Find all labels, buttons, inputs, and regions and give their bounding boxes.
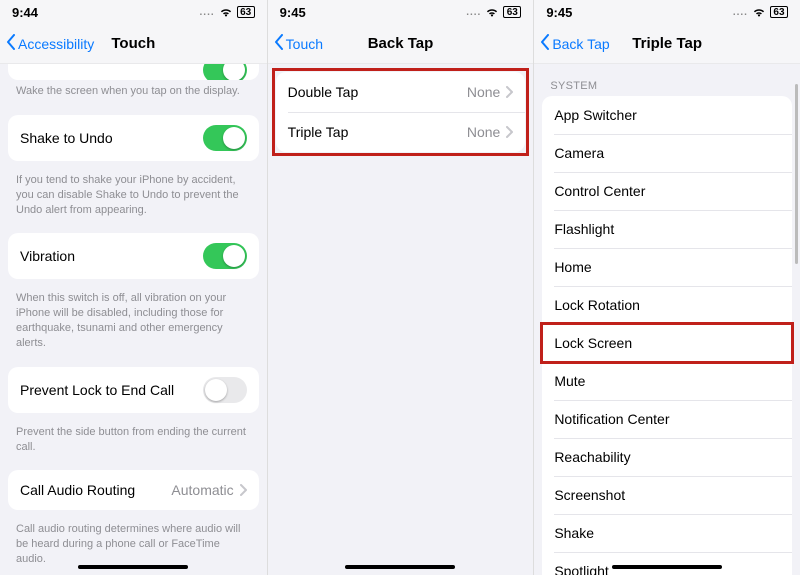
home-indicator[interactable] — [78, 565, 188, 569]
system-action-label: Shake — [554, 525, 780, 541]
system-action-row[interactable]: Screenshot — [542, 476, 792, 514]
system-action-row[interactable]: Control Center — [542, 172, 792, 210]
battery-icon: 63 — [237, 6, 255, 18]
vibration-group: Vibration — [8, 233, 259, 279]
triple-tap-row[interactable]: Triple Tap None — [276, 112, 526, 152]
double-tap-value: None — [467, 84, 500, 100]
double-tap-row[interactable]: Double Tap None — [276, 72, 526, 112]
status-time: 9:45 — [546, 5, 572, 20]
system-action-row[interactable]: Camera — [542, 134, 792, 172]
shake-to-undo-toggle[interactable] — [203, 125, 247, 151]
prevent-lock-group: Prevent Lock to End Call — [8, 367, 259, 413]
system-action-row[interactable]: Lock Screen — [542, 324, 792, 362]
triple-tap-label: Triple Tap — [288, 124, 467, 140]
call-audio-row[interactable]: Call Audio Routing Automatic — [8, 470, 259, 510]
system-action-row[interactable]: App Switcher — [542, 96, 792, 134]
system-action-row[interactable]: Shake — [542, 514, 792, 552]
system-action-label: Reachability — [554, 449, 780, 465]
cellular-dots-icon: .... — [733, 7, 748, 18]
triple-tap-value: None — [467, 124, 500, 140]
vibration-label: Vibration — [20, 248, 203, 264]
back-tap-options-group: Double Tap None Triple Tap None — [276, 72, 526, 152]
phone-2-back-tap-settings: 9:45 .... 63 Touch Back Tap Double Tap N… — [267, 0, 534, 575]
chevron-left-icon — [274, 34, 286, 53]
call-audio-label: Call Audio Routing — [20, 482, 171, 498]
back-label: Accessibility — [18, 36, 94, 52]
status-icons: .... 63 — [200, 6, 255, 18]
phone-3-triple-tap-settings: 9:45 .... 63 Back Tap Triple Tap SYSTEM … — [533, 0, 800, 575]
settings-content[interactable]: Wake the screen when you tap on the disp… — [0, 64, 267, 575]
system-action-label: Control Center — [554, 183, 780, 199]
battery-icon: 63 — [770, 6, 788, 18]
cellular-dots-icon: .... — [466, 7, 481, 18]
shake-to-undo-desc: If you tend to shake your iPhone by acci… — [0, 169, 267, 226]
status-time: 9:45 — [280, 5, 306, 20]
wifi-icon — [485, 7, 499, 17]
settings-content[interactable]: SYSTEM App Switcher Camera Control Center F… — [534, 64, 800, 575]
system-action-label: Notification Center — [554, 411, 780, 427]
vibration-toggle[interactable] — [203, 243, 247, 269]
system-action-label: Mute — [554, 373, 780, 389]
tap-to-wake-desc: Wake the screen when you tap on the disp… — [0, 80, 267, 107]
partial-row-tap-to-wake — [8, 64, 259, 80]
battery-icon: 63 — [503, 6, 521, 18]
status-time: 9:44 — [12, 5, 38, 20]
chevron-left-icon — [540, 34, 552, 53]
status-bar: 9:45 .... 63 — [534, 0, 800, 24]
wifi-icon — [219, 7, 233, 17]
nav-bar: Touch Back Tap — [268, 24, 534, 64]
system-actions-list: App Switcher Camera Control Center Flashlig… — [542, 96, 792, 575]
back-label: Back Tap — [552, 36, 609, 52]
system-action-label: Home — [554, 259, 780, 275]
system-action-label: App Switcher — [554, 107, 780, 123]
system-action-label: Lock Screen — [554, 335, 780, 351]
prevent-lock-desc: Prevent the side button from ending the … — [0, 421, 267, 463]
call-audio-value: Automatic — [171, 482, 233, 498]
system-action-label: Flashlight — [554, 221, 780, 237]
system-action-label: Screenshot — [554, 487, 780, 503]
wifi-icon — [752, 7, 766, 17]
home-indicator[interactable] — [345, 565, 455, 569]
nav-bar: Back Tap Triple Tap — [534, 24, 800, 64]
shake-to-undo-row[interactable]: Shake to Undo — [8, 115, 259, 161]
section-header-system: SYSTEM — [534, 64, 800, 96]
back-button[interactable]: Touch — [268, 34, 323, 53]
system-action-row[interactable]: Spotlight — [542, 552, 792, 575]
status-icons: .... 63 — [466, 6, 521, 18]
settings-content[interactable]: Double Tap None Triple Tap None — [268, 64, 534, 575]
system-action-row[interactable]: Flashlight — [542, 210, 792, 248]
chevron-right-icon — [240, 484, 247, 496]
vibration-row[interactable]: Vibration — [8, 233, 259, 279]
system-action-row[interactable]: Notification Center — [542, 400, 792, 438]
tap-to-wake-toggle[interactable] — [203, 64, 247, 80]
prevent-lock-toggle[interactable] — [203, 377, 247, 403]
status-bar: 9:44 .... 63 — [0, 0, 267, 24]
system-action-label: Camera — [554, 145, 780, 161]
call-audio-group: Call Audio Routing Automatic — [8, 470, 259, 510]
scrollbar[interactable] — [795, 84, 798, 264]
vibration-desc: When this switch is off, all vibration o… — [0, 287, 267, 358]
prevent-lock-label: Prevent Lock to End Call — [20, 382, 203, 398]
system-action-label: Lock Rotation — [554, 297, 780, 313]
back-label: Touch — [286, 36, 323, 52]
nav-bar: Accessibility Touch — [0, 24, 267, 64]
status-bar: 9:45 .... 63 — [268, 0, 534, 24]
back-button[interactable]: Accessibility — [0, 34, 94, 53]
system-action-row[interactable]: Reachability — [542, 438, 792, 476]
shake-to-undo-label: Shake to Undo — [20, 130, 203, 146]
prevent-lock-row[interactable]: Prevent Lock to End Call — [8, 367, 259, 413]
double-tap-label: Double Tap — [288, 84, 467, 100]
home-indicator[interactable] — [612, 565, 722, 569]
back-button[interactable]: Back Tap — [534, 34, 609, 53]
system-action-row[interactable]: Home — [542, 248, 792, 286]
system-action-row[interactable]: Mute — [542, 362, 792, 400]
system-action-row[interactable]: Lock Rotation — [542, 286, 792, 324]
chevron-right-icon — [506, 126, 513, 138]
shake-to-undo-group: Shake to Undo — [8, 115, 259, 161]
phone-1-touch-settings: 9:44 .... 63 Accessibility Touch Wake th… — [0, 0, 267, 575]
status-icons: .... 63 — [733, 6, 788, 18]
chevron-right-icon — [506, 86, 513, 98]
cellular-dots-icon: .... — [200, 7, 215, 18]
chevron-left-icon — [6, 34, 18, 53]
